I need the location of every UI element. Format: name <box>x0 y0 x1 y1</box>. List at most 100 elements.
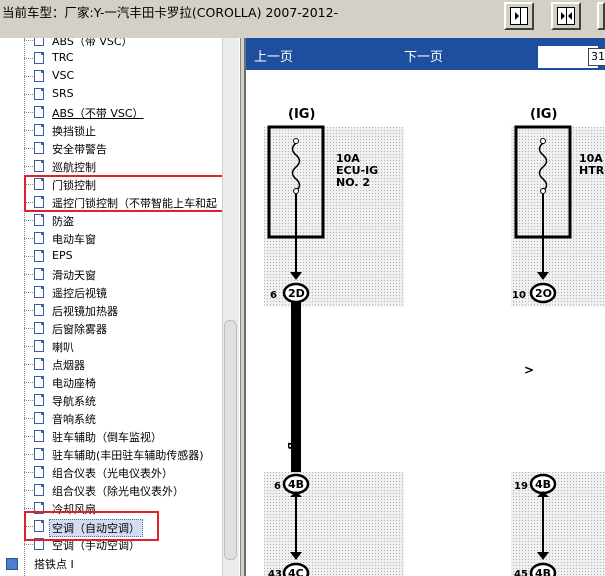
tree-connector <box>24 454 33 455</box>
tree-item-label: 巡航控制 <box>52 161 96 174</box>
document-icon <box>34 124 44 136</box>
document-icon <box>34 38 44 46</box>
tree-connector <box>24 166 33 167</box>
circuit-right: (IG) 10A HTR- 2O 10 > 4B 19 4B 45 <box>511 107 605 576</box>
document-icon <box>34 214 44 226</box>
tree-connector <box>24 436 33 437</box>
tree-connector <box>24 130 33 131</box>
connector-label: 4B <box>288 478 304 491</box>
highlight-box-door-lock <box>24 175 231 212</box>
tree-item-label: 后窗除雾器 <box>52 323 107 336</box>
fuse-terminal <box>540 138 546 144</box>
power-label: (IG) <box>288 107 315 122</box>
tree-item-label: 驻车辅助（倒车监视） <box>52 431 162 444</box>
document-icon <box>34 448 44 460</box>
document-icon <box>34 376 44 388</box>
tree-item-label: 音响系统 <box>52 413 96 426</box>
panel-right-button[interactable] <box>504 2 534 30</box>
wire-color: B <box>285 442 296 450</box>
tree-item-label: ABS（带 VSC） <box>52 38 133 48</box>
tree-item-label: 驻车辅助(丰田驻车辅助传感器) <box>52 449 204 462</box>
prev-page-link[interactable]: 上一页 <box>254 46 293 65</box>
next-page-link[interactable]: 下一页 <box>404 46 443 65</box>
tree-connector <box>24 508 33 509</box>
connector-label: 4B <box>535 478 551 491</box>
fuse-number: NO. 2 <box>336 176 370 189</box>
vehicle-title: 当前车型：厂家:Y-一汽丰田卡罗拉(COROLLA) 2007-2012- <box>2 5 339 20</box>
tree-item-label: VSC <box>52 69 75 82</box>
tree-connector <box>24 112 33 113</box>
tree-connector <box>24 400 33 401</box>
fuse-name: HTR- <box>579 164 605 177</box>
pin-number: 6 <box>274 481 281 492</box>
tree-connector-line <box>24 38 25 576</box>
tree-connector <box>24 472 33 473</box>
tree-item-label: 后视镜加热器 <box>52 305 118 318</box>
connector-label: 4B <box>535 567 551 576</box>
tree-connector <box>24 382 33 383</box>
connector-label: 2D <box>288 287 305 300</box>
tree-connector <box>24 310 33 311</box>
tree-connector <box>24 40 33 41</box>
tree-item-label: EPS <box>52 249 73 262</box>
tree-item-label: 遥控后视镜 <box>52 287 107 300</box>
tree-scrollbar[interactable] <box>222 38 239 576</box>
document-icon <box>34 466 44 478</box>
document-icon <box>34 250 44 262</box>
tree-connector <box>24 292 33 293</box>
document-icon <box>34 322 44 334</box>
tree-item-label: 点烟器 <box>52 359 85 372</box>
tree-item-label: 电动车窗 <box>52 233 96 246</box>
tree-connector <box>24 238 33 239</box>
tree-item-label: 组合仪表（除光电仪表外） <box>52 485 184 498</box>
pin-number: 6 <box>270 290 277 301</box>
highlight-box-auto-ac <box>24 511 159 541</box>
tree-connector <box>24 94 33 95</box>
pin-number: 19 <box>514 481 528 492</box>
circuit-left: (IG) 10A ECU-IG NO. 2 2D 6 B 4B 6 4C 43 <box>264 107 404 576</box>
tree-item-label: 防盗 <box>52 215 74 228</box>
tree-item-label: SRS <box>52 87 74 100</box>
page-nav-bar: 上一页 下一页 当前为 314 <box>246 38 605 70</box>
panel-left-button[interactable] <box>597 2 605 30</box>
document-icon <box>34 268 44 280</box>
document-icon <box>34 412 44 424</box>
panel-right-icon <box>510 7 528 25</box>
scrollbar-thumb[interactable] <box>224 320 237 560</box>
tree-node-label: 搭铁点 I <box>34 558 74 571</box>
tree-connector <box>24 148 33 149</box>
tree-item-label: ABS（不带 VSC） <box>52 107 144 120</box>
panel-split-icon <box>557 7 575 25</box>
tree-item-label: 导航系统 <box>52 395 96 408</box>
fuse-terminal <box>293 138 299 144</box>
tree-item-label: 滑动天窗 <box>52 269 96 282</box>
document-icon <box>34 394 44 406</box>
tree-connector <box>24 58 33 59</box>
current-page-label: 当前为 <box>542 55 582 70</box>
tree-connector <box>24 76 33 77</box>
pin-number: 45 <box>514 569 528 576</box>
tree-connector <box>24 490 33 491</box>
tree-item-label: 喇叭 <box>52 341 74 354</box>
document-icon <box>34 52 44 64</box>
tree-connector <box>24 544 33 545</box>
power-label: (IG) <box>530 107 557 122</box>
tree-connector <box>24 418 33 419</box>
tree-item-label: 换挡锁止 <box>52 125 96 138</box>
tree-connector <box>24 220 33 221</box>
current-page-input[interactable]: 314 <box>588 48 605 66</box>
tree-item-label: 组合仪表（光电仪表外） <box>52 467 173 480</box>
diagram-pane: 上一页 下一页 当前为 314 (IG) 10A ECU-IG NO. 2 <box>244 38 605 576</box>
tree-connector <box>24 364 33 365</box>
document-icon <box>34 304 44 316</box>
panel-split-button[interactable] <box>551 2 581 30</box>
fuse-terminal <box>293 188 299 194</box>
top-bar: 当前车型：厂家:Y-一汽丰田卡罗拉(COROLLA) 2007-2012- <box>0 0 605 38</box>
document-icon <box>34 142 44 154</box>
connector-label: 4C <box>288 567 304 576</box>
tree-item-label: 电动座椅 <box>52 377 96 390</box>
document-icon <box>34 160 44 172</box>
arrow-marker: > <box>524 363 534 377</box>
document-icon <box>34 232 44 244</box>
tree-item-label: 安全带警告 <box>52 143 107 156</box>
